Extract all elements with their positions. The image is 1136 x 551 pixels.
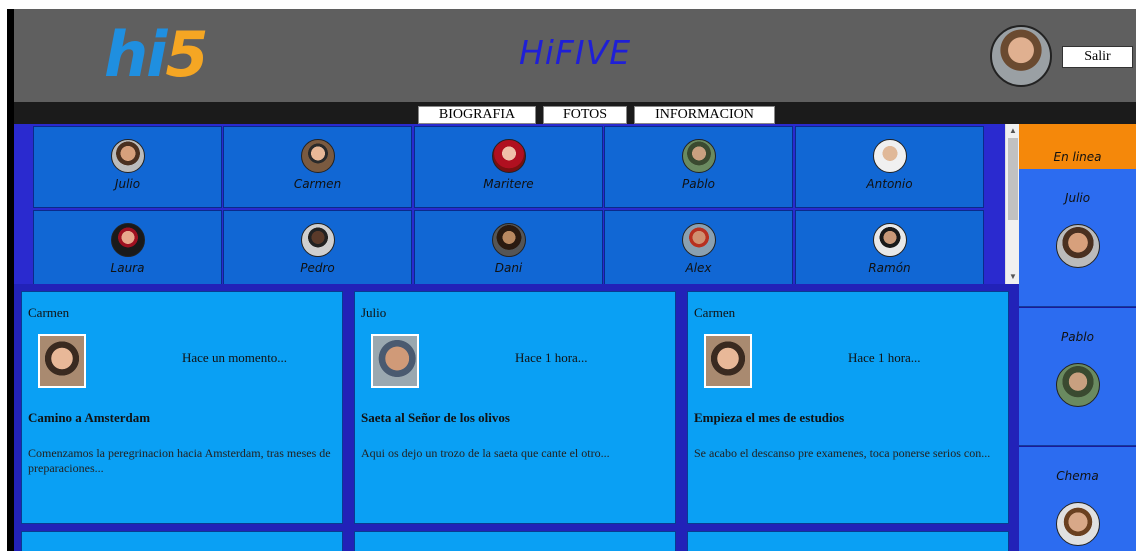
friends-grid: Julio Carmen Maritere Pablo Antonio Laur… [14,124,1014,284]
post-card[interactable]: Carmen Hace 1 hora... Empieza el mes de … [687,291,1009,524]
friends-scrollbar[interactable]: ▲ ▼ [1005,124,1019,285]
friend-name: Ramón [868,261,911,275]
post-body: Aqui os dejo un trozo de la saeta que ca… [361,446,610,460]
friend-card[interactable]: Laura [33,210,222,284]
online-user[interactable]: Chema [1019,447,1136,551]
profile-avatar[interactable] [990,25,1052,87]
online-header: En linea [1019,124,1136,169]
friend-name: Alex [685,261,712,275]
friend-avatar [111,223,145,257]
post-card[interactable] [687,531,1009,551]
online-user-avatar [1056,224,1100,268]
site-title: HiFIVE [518,33,632,72]
post-author[interactable]: Carmen [694,305,735,321]
friend-name: Carmen [293,177,342,191]
friend-avatar [682,139,716,173]
post-author[interactable]: Julio [361,305,386,321]
post-card[interactable]: Carmen Hace un momento... Camino a Amste… [21,291,343,524]
friend-card[interactable]: Maritere [414,126,603,208]
post-time: Hace un momento... [182,350,288,365]
friend-name: Pedro [300,261,335,275]
header: hi5 HiFIVE Salir [14,9,1136,102]
online-user-avatar [1056,363,1100,407]
post-card[interactable] [21,531,343,551]
scroll-down-icon[interactable]: ▼ [1006,272,1020,281]
post-time: Hace 1 hora... [515,350,588,365]
post-photo[interactable] [38,334,86,388]
online-user[interactable]: Pablo [1019,308,1136,446]
online-user-avatar [1056,502,1100,546]
online-user-name: Chema [1056,469,1099,483]
friend-avatar [492,139,526,173]
friend-name: Dani [494,261,523,275]
friend-avatar [682,223,716,257]
post-author[interactable]: Carmen [28,305,69,321]
online-user[interactable]: Julio [1019,169,1136,307]
post-body: Comenzamos la peregrinacion hacia Amster… [28,446,331,475]
tab-biografia[interactable]: BIOGRAFIA [418,106,536,124]
nav-bar: BIOGRAFIA FOTOS INFORMACION [14,102,1136,124]
friend-name: Maritere [483,177,534,191]
friend-name: Laura [110,261,145,275]
friend-name: Julio [114,177,141,191]
posts-feed: Carmen Hace un momento... Camino a Amste… [14,284,1019,551]
tab-fotos[interactable]: FOTOS [543,106,627,124]
friend-avatar [873,139,907,173]
post-body: Se acabo el descanso pre examenes, toca … [694,446,991,460]
friend-card[interactable]: Alex [604,210,793,284]
logout-button[interactable]: Salir [1062,46,1133,68]
friend-name: Antonio [866,177,913,191]
friend-avatar [301,223,335,257]
friend-card[interactable]: Antonio [795,126,984,208]
friend-card[interactable]: Julio [33,126,222,208]
online-sidebar: En linea Julio Pablo Chema [1019,124,1136,551]
post-title[interactable]: Camino a Amsterdam [28,410,150,426]
post-card[interactable] [354,531,676,551]
friend-card[interactable]: Carmen [223,126,412,208]
friend-avatar [301,139,335,173]
post-card[interactable]: Julio Hace 1 hora... Saeta al Señor de l… [354,291,676,524]
friend-avatar [873,223,907,257]
friend-name: Pablo [682,177,715,191]
friend-card[interactable]: Pedro [223,210,412,284]
friend-avatar [111,139,145,173]
post-photo[interactable] [371,334,419,388]
friend-card[interactable]: Ramón [795,210,984,284]
post-photo[interactable] [704,334,752,388]
online-user-name: Pablo [1061,330,1094,344]
page-frame: hi5 HiFIVE Salir BIOGRAFIA FOTOS INFORMA… [7,9,1136,551]
friend-avatar [492,223,526,257]
post-title[interactable]: Empieza el mes de estudios [694,410,844,426]
scroll-thumb[interactable] [1008,138,1018,220]
post-title[interactable]: Saeta al Señor de los olivos [361,410,510,426]
post-time: Hace 1 hora... [848,350,921,365]
tab-informacion[interactable]: INFORMACION [634,106,775,124]
friend-card[interactable]: Pablo [604,126,793,208]
friend-card[interactable]: Dani [414,210,603,284]
online-user-name: Julio [1064,191,1091,205]
scroll-up-icon[interactable]: ▲ [1006,126,1020,135]
